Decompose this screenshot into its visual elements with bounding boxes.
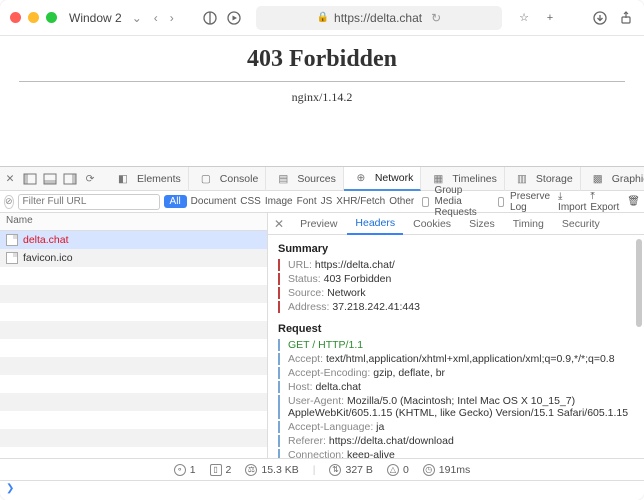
request-list: Name delta.chat favicon.ico <box>0 213 268 458</box>
graphics-icon: ▩ <box>591 172 605 186</box>
globe-icon: ⚬ <box>174 464 186 476</box>
clock-icon: ◷ <box>423 464 435 476</box>
scrollbar[interactable] <box>636 239 642 327</box>
reload-icon[interactable]: ⟳ <box>83 172 97 186</box>
request-line: GET / HTTP/1.1 <box>278 339 634 351</box>
address-bar[interactable]: 🔒 https://delta.chat ↻ <box>256 6 502 30</box>
tab-network[interactable]: ⊕Network <box>344 167 422 191</box>
filter-js[interactable]: JS <box>321 196 333 207</box>
summary-heading: Summary <box>278 243 634 255</box>
timelines-icon: ▦ <box>431 172 445 186</box>
filter-input[interactable] <box>18 194 160 210</box>
trash-icon[interactable]: 🗑 <box>627 196 640 207</box>
request-row-favicon[interactable]: favicon.ico <box>0 249 267 267</box>
filter-css[interactable]: CSS <box>240 196 261 207</box>
stat-errors: △0 <box>387 464 409 476</box>
chevron-down-icon[interactable]: ⌄ <box>130 11 144 25</box>
request-detail: ✕ Preview Headers Cookies Sizes Timing S… <box>268 213 644 458</box>
stat-domains: ⚬1 <box>174 464 196 476</box>
clear-icon[interactable]: ⊘ <box>4 195 14 209</box>
network-icon: ⊕ <box>354 171 368 185</box>
group-checkbox[interactable] <box>422 197 428 207</box>
detail-tab-preview[interactable]: Preview <box>292 213 345 235</box>
back-button[interactable]: ‹ <box>152 11 160 25</box>
export-button[interactable]: ⤒ Export <box>590 191 619 213</box>
page-content: 403 Forbidden nginx/1.14.2 <box>0 36 644 166</box>
dock-right-icon[interactable] <box>63 172 77 186</box>
close-devtools-icon[interactable]: ✕ <box>3 172 17 186</box>
document-icon: ▯ <box>210 464 222 476</box>
tab-storage[interactable]: ▥Storage <box>505 167 581 191</box>
stat-resources: ▯2 <box>210 464 232 476</box>
document-icon <box>6 234 18 246</box>
reload-icon[interactable]: ↻ <box>431 11 441 25</box>
share-icon[interactable] <box>618 10 634 26</box>
filter-image[interactable]: Image <box>265 196 293 207</box>
dock-left-icon[interactable] <box>23 172 37 186</box>
new-tab-button[interactable]: + <box>542 10 558 26</box>
zoom-window-button[interactable] <box>46 12 57 23</box>
minimize-window-button[interactable] <box>28 12 39 23</box>
bookmark-icon[interactable]: ☆ <box>516 10 532 26</box>
downloads-icon[interactable] <box>592 10 608 26</box>
window-title[interactable]: Window 2 <box>69 11 122 25</box>
tab-graphics[interactable]: ▩Graphics <box>581 167 644 191</box>
tab-elements[interactable]: ◧Elements <box>106 167 189 191</box>
filter-all[interactable]: All <box>164 195 187 208</box>
traffic-lights <box>10 12 57 23</box>
stat-transfer: ⇅327 B <box>329 464 372 476</box>
filter-document[interactable]: Document <box>191 196 237 207</box>
dock-bottom-icon[interactable] <box>43 172 57 186</box>
shield-icon[interactable] <box>202 10 218 26</box>
request-heading: Request <box>278 323 634 335</box>
url-text: https://delta.chat <box>334 11 422 25</box>
detail-tab-timing[interactable]: Timing <box>505 213 552 235</box>
server-signature: nginx/1.14.2 <box>292 90 353 105</box>
network-filter-bar: ⊘ All Document CSS Image Font JS XHR/Fet… <box>0 191 644 213</box>
divider <box>19 81 624 82</box>
preserve-label[interactable]: Preserve Log <box>510 191 550 213</box>
close-window-button[interactable] <box>10 12 21 23</box>
window-titlebar: Window 2 ⌄ ‹ › 🔒 https://delta.chat ↻ ☆ … <box>0 0 644 36</box>
weight-icon: ⚖ <box>245 464 257 476</box>
stat-time: ◷191ms <box>423 464 471 476</box>
elements-icon: ◧ <box>116 172 130 186</box>
error-heading: 403 Forbidden <box>247 46 397 73</box>
detail-tab-headers[interactable]: Headers <box>347 213 403 235</box>
console-icon: ▢ <box>199 172 213 186</box>
import-button[interactable]: ⤓ Import <box>558 191 586 213</box>
tab-sources[interactable]: ▤Sources <box>266 167 344 191</box>
forward-button[interactable]: › <box>168 11 176 25</box>
devtools-panel: ✕ ⟳ ◧Elements ▢Console ▤Sources ⊕Network… <box>0 166 644 480</box>
detail-tabstrip: ✕ Preview Headers Cookies Sizes Timing S… <box>268 213 644 235</box>
headers-body: Summary URL: https://delta.chat/ Status:… <box>268 235 644 458</box>
tab-console[interactable]: ▢Console <box>189 167 267 191</box>
sources-icon: ▤ <box>276 172 290 186</box>
detail-tab-cookies[interactable]: Cookies <box>405 213 459 235</box>
document-icon <box>6 252 18 264</box>
request-row-delta-chat[interactable]: delta.chat <box>0 231 267 249</box>
detail-tab-security[interactable]: Security <box>554 213 608 235</box>
network-statusbar: ⚬1 ▯2 ⚖15.3 KB | ⇅327 B △0 ◷191ms <box>0 458 644 480</box>
detail-tab-sizes[interactable]: Sizes <box>461 213 503 235</box>
close-detail-icon[interactable]: ✕ <box>274 217 284 231</box>
reqlist-header[interactable]: Name <box>0 213 267 231</box>
preserve-checkbox[interactable] <box>498 197 504 207</box>
transfer-icon: ⇅ <box>329 464 341 476</box>
storage-icon: ▥ <box>515 172 529 186</box>
lock-icon: 🔒 <box>317 12 329 23</box>
play-icon[interactable] <box>226 10 242 26</box>
stat-size: ⚖15.3 KB <box>245 464 298 476</box>
filter-other[interactable]: Other <box>389 196 414 207</box>
devtools-tabstrip: ✕ ⟳ ◧Elements ▢Console ▤Sources ⊕Network… <box>0 167 644 191</box>
filter-font[interactable]: Font <box>297 196 317 207</box>
console-drawer-toggle[interactable]: ❯ <box>0 480 644 496</box>
filter-xhr[interactable]: XHR/Fetch <box>336 196 385 207</box>
warning-icon: △ <box>387 464 399 476</box>
